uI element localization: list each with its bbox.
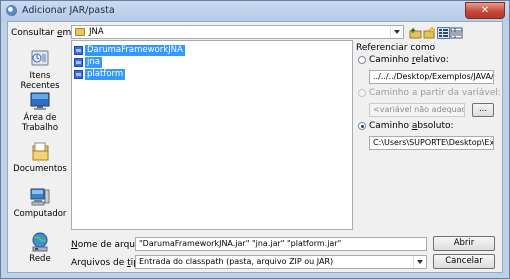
close-button[interactable]: ✕ [465,2,505,19]
place-desktop[interactable]: Área de Trabalho [10,91,70,133]
new-folder-icon [423,26,436,39]
place-label: Área de Trabalho [21,113,59,133]
filetype-combo[interactable]: Entrada do classpath (pasta, arquivo ZIP… [135,255,427,269]
jar-file-icon [74,58,83,67]
file-name: platform [85,69,126,80]
folder-icon [75,28,85,36]
up-folder-button[interactable] [409,27,422,39]
filetype-value: Entrada do classpath (pasta, arquivo ZIP… [139,257,334,266]
place-label: Documentos [13,164,67,174]
lookin-value: JNA [89,27,104,37]
lookin-label: Consultar em: [11,28,75,38]
absolute-path-label: Caminho absoluto: [369,121,454,131]
lookin-combo[interactable]: JNA [71,25,404,39]
desktop-icon [30,92,50,110]
new-folder-button[interactable] [423,26,436,39]
file-name: DarumaFrameworkJNA [85,45,185,56]
file-list[interactable]: DarumaFrameworkJNA jna platform [71,40,353,230]
window-title: Adicionar JAR/pasta [22,5,115,16]
list-item[interactable]: DarumaFrameworkJNA [74,45,185,56]
computer-icon [30,188,50,206]
relative-path-field[interactable]: ../../../Desktop/Exemplos/JAVA/Darum [369,70,494,84]
dialog-body: Consultar em: JNA Itens Recentes Área de… [7,21,503,273]
jar-file-icon [74,70,83,79]
list-item[interactable]: platform [74,69,126,80]
absolute-path-radio[interactable] [358,122,366,130]
details-view-button[interactable] [450,27,463,39]
variable-path-radio[interactable] [358,89,366,97]
places-bar: Itens Recentes Área de Trabalho Document… [10,47,70,269]
network-icon [32,232,48,252]
place-documents[interactable]: Documentos [10,142,70,174]
relative-path-radio[interactable] [358,56,366,64]
place-computer[interactable]: Computador [10,187,70,219]
file-name: jna [85,57,102,68]
variable-path-field[interactable]: <variável não adequad [369,103,465,117]
cancel-button[interactable]: Cancelar [433,254,495,269]
reference-title: Referenciar como [356,43,436,53]
place-label: Rede [29,254,51,264]
absolute-path-field[interactable]: C:\Users\SUPORTE\Desktop\Exemplos [369,136,494,150]
java-app-icon [6,5,17,16]
list-item[interactable]: jna [74,57,102,68]
browse-variable-button[interactable]: ... [472,103,494,117]
place-network[interactable]: Rede [10,232,70,264]
open-button[interactable]: Abrir [433,236,495,251]
place-label: Computador [13,209,67,219]
variable-path-label: Caminho a partir da variável: [369,88,501,98]
title-bar[interactable]: Adicionar JAR/pasta ✕ [1,1,509,21]
documents-icon [32,142,49,161]
chevron-down-icon[interactable] [390,26,403,38]
dialog-window: Adicionar JAR/pasta ✕ Consultar em: JNA … [0,0,510,279]
details-view-icon [450,27,463,39]
filename-input[interactable]: "DarumaFrameworkJNA.jar" "jna.jar" "plat… [135,237,427,251]
place-label: Itens Recentes [20,71,60,91]
up-folder-icon [409,27,422,39]
list-view-icon [439,29,448,37]
chevron-down-icon[interactable] [413,256,426,268]
jar-file-icon [74,46,83,55]
relative-path-label: Caminho relativo: [369,55,449,65]
list-view-button[interactable] [437,27,450,39]
recent-items-icon [31,50,49,66]
place-recent-items[interactable]: Itens Recentes [10,49,70,91]
